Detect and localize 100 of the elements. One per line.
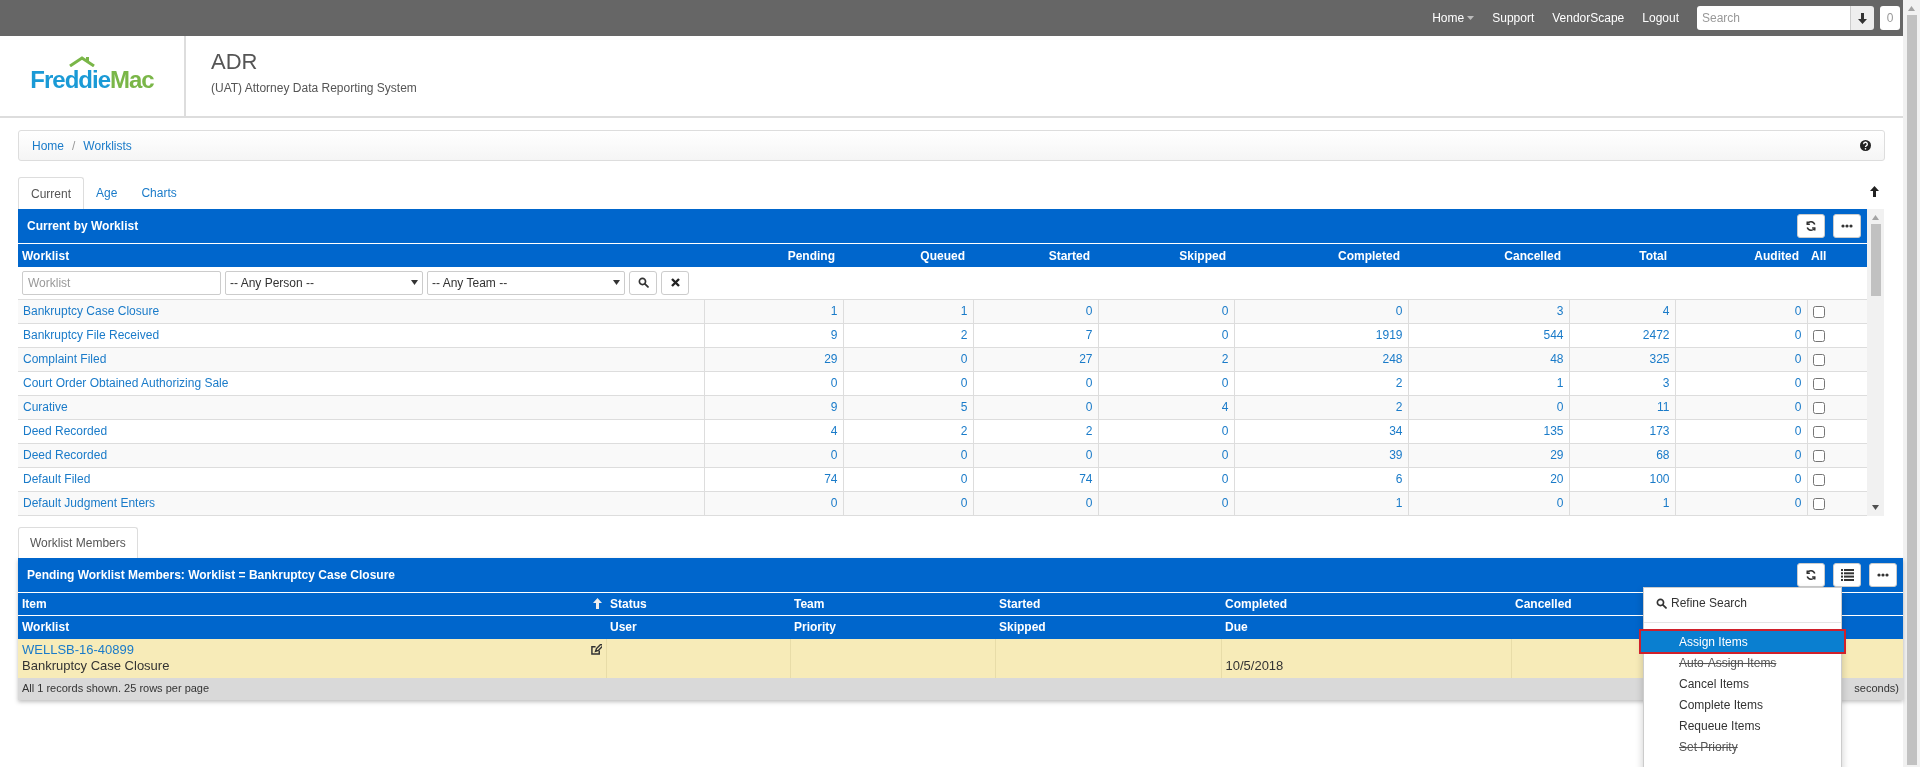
row-checkbox[interactable] bbox=[1812, 401, 1825, 414]
count-link[interactable]: 135 bbox=[1543, 424, 1564, 438]
row-checkbox[interactable] bbox=[1812, 305, 1825, 318]
tab[interactable]: Worklist Members bbox=[18, 526, 138, 558]
count-link[interactable]: 29 bbox=[824, 352, 838, 366]
item-link[interactable]: WELLSB-16-40899 bbox=[22, 641, 170, 658]
menu-item[interactable]: Complete Items bbox=[1644, 694, 1841, 715]
worklist-link[interactable]: Bankruptcy Case Closure bbox=[23, 304, 160, 318]
worklist-link[interactable]: Default Filed bbox=[23, 472, 91, 486]
worklist-link[interactable]: Deed Recorded bbox=[23, 448, 108, 462]
count-link[interactable]: 48 bbox=[1550, 352, 1564, 366]
worklist-link[interactable]: Court Order Obtained Authorizing Sale bbox=[23, 376, 229, 390]
list-button[interactable] bbox=[1833, 562, 1861, 587]
more-button[interactable] bbox=[1833, 214, 1861, 238]
count-link[interactable]: 0 bbox=[1556, 496, 1564, 510]
count-link[interactable]: 4 bbox=[1662, 304, 1670, 318]
count-link[interactable]: 0 bbox=[960, 352, 968, 366]
count-link[interactable]: 0 bbox=[1794, 496, 1802, 510]
count-link[interactable]: 1 bbox=[830, 304, 838, 318]
count-link[interactable]: 39 bbox=[1389, 448, 1403, 462]
refresh-button[interactable] bbox=[1797, 562, 1825, 587]
up-arrow-icon[interactable] bbox=[1870, 186, 1879, 197]
clear-button[interactable] bbox=[661, 270, 689, 295]
count-link[interactable]: 1 bbox=[1395, 496, 1403, 510]
nav-link[interactable]: Support bbox=[1492, 9, 1535, 27]
count-link[interactable]: 20 bbox=[1550, 472, 1564, 486]
count-link[interactable]: 11 bbox=[1657, 400, 1670, 414]
count-link[interactable]: 325 bbox=[1649, 352, 1670, 366]
tab[interactable]: Current bbox=[18, 177, 84, 209]
count-link[interactable]: 34 bbox=[1389, 424, 1403, 438]
worklist-link[interactable]: Curative bbox=[23, 400, 68, 414]
count-link[interactable]: 0 bbox=[1085, 496, 1093, 510]
count-link[interactable]: 0 bbox=[1794, 424, 1802, 438]
count-link[interactable]: 0 bbox=[1794, 472, 1802, 486]
count-link[interactable]: 2 bbox=[1221, 352, 1229, 366]
more-button[interactable] bbox=[1869, 562, 1897, 587]
breadcrumb-link[interactable]: Worklists bbox=[83, 136, 132, 155]
count-link[interactable]: 5 bbox=[960, 400, 968, 414]
count-link[interactable]: 0 bbox=[1085, 448, 1093, 462]
count-link[interactable]: 74 bbox=[1079, 472, 1093, 486]
count-link[interactable]: 0 bbox=[1221, 376, 1229, 390]
filter-dropdown[interactable]: -- Any Person -- bbox=[225, 270, 423, 295]
count-link[interactable]: 0 bbox=[1085, 400, 1093, 414]
row-checkbox[interactable] bbox=[1812, 449, 1825, 462]
count-link[interactable]: 74 bbox=[824, 472, 838, 486]
count-link[interactable]: 0 bbox=[1794, 400, 1802, 414]
nav-link[interactable]: Home bbox=[1432, 9, 1475, 27]
count-link[interactable]: 1 bbox=[1662, 496, 1670, 510]
count-link[interactable]: 9 bbox=[830, 328, 838, 342]
count-link[interactable]: 68 bbox=[1656, 448, 1670, 462]
nav-link[interactable]: Logout bbox=[1642, 9, 1679, 27]
menu-item[interactable]: Assign Items bbox=[1641, 631, 1844, 652]
count-link[interactable]: 0 bbox=[830, 448, 838, 462]
count-link[interactable]: 100 bbox=[1649, 472, 1670, 486]
count-link[interactable]: 0 bbox=[1221, 472, 1229, 486]
row-checkbox[interactable] bbox=[1812, 329, 1825, 342]
count-link[interactable]: 0 bbox=[1221, 328, 1229, 342]
count-link[interactable]: 0 bbox=[830, 496, 838, 510]
count-link[interactable]: 4 bbox=[830, 424, 838, 438]
count-link[interactable]: 1919 bbox=[1375, 328, 1403, 342]
worklist-link[interactable]: Complaint Filed bbox=[23, 352, 107, 366]
worklist-filter-field[interactable]: Worklist bbox=[22, 270, 221, 295]
count-link[interactable]: 0 bbox=[1395, 304, 1403, 318]
scroll-down-icon[interactable] bbox=[1872, 504, 1879, 510]
search-field[interactable]: Search bbox=[1697, 6, 1850, 30]
count-link[interactable]: 0 bbox=[1221, 496, 1229, 510]
help-icon[interactable] bbox=[1860, 140, 1871, 151]
count-link[interactable]: 29 bbox=[1550, 448, 1564, 462]
row-checkbox[interactable] bbox=[1812, 425, 1825, 438]
menu-item[interactable]: Refine Search bbox=[1644, 592, 1841, 614]
row-checkbox[interactable] bbox=[1812, 497, 1825, 510]
nav-link[interactable]: VendorScape bbox=[1552, 9, 1625, 27]
count-link[interactable]: 3 bbox=[1556, 304, 1564, 318]
count-link[interactable]: 0 bbox=[960, 472, 968, 486]
edit-icon[interactable] bbox=[590, 643, 602, 655]
count-link[interactable]: 4 bbox=[1221, 400, 1229, 414]
row-checkbox[interactable] bbox=[1812, 377, 1825, 390]
count-link[interactable]: 173 bbox=[1649, 424, 1670, 438]
count-link[interactable]: 2 bbox=[1085, 424, 1093, 438]
count-link[interactable]: 2 bbox=[960, 328, 968, 342]
count-link[interactable]: 7 bbox=[1085, 328, 1093, 342]
count-link[interactable]: 0 bbox=[1794, 376, 1802, 390]
count-link[interactable]: 0 bbox=[1556, 400, 1564, 414]
count-link[interactable]: 248 bbox=[1382, 352, 1403, 366]
count-link[interactable]: 6 bbox=[1395, 472, 1403, 486]
count-link[interactable]: 0 bbox=[1794, 448, 1802, 462]
count-link[interactable]: 2 bbox=[960, 424, 968, 438]
row-checkbox[interactable] bbox=[1812, 353, 1825, 366]
count-link[interactable]: 544 bbox=[1543, 328, 1564, 342]
count-link[interactable]: 0 bbox=[1221, 448, 1229, 462]
tab[interactable]: Charts bbox=[129, 177, 189, 209]
count-link[interactable]: 0 bbox=[1794, 328, 1802, 342]
count-link[interactable]: 0 bbox=[1085, 376, 1093, 390]
tab[interactable]: Age bbox=[84, 177, 130, 209]
worklist-link[interactable]: Default Judgment Enters bbox=[23, 496, 156, 510]
count-link[interactable]: 0 bbox=[1794, 304, 1802, 318]
count-link[interactable]: 27 bbox=[1079, 352, 1093, 366]
count-link[interactable]: 0 bbox=[960, 448, 968, 462]
breadcrumb-link[interactable]: Home bbox=[32, 136, 64, 155]
sort-up-icon[interactable] bbox=[593, 598, 602, 610]
